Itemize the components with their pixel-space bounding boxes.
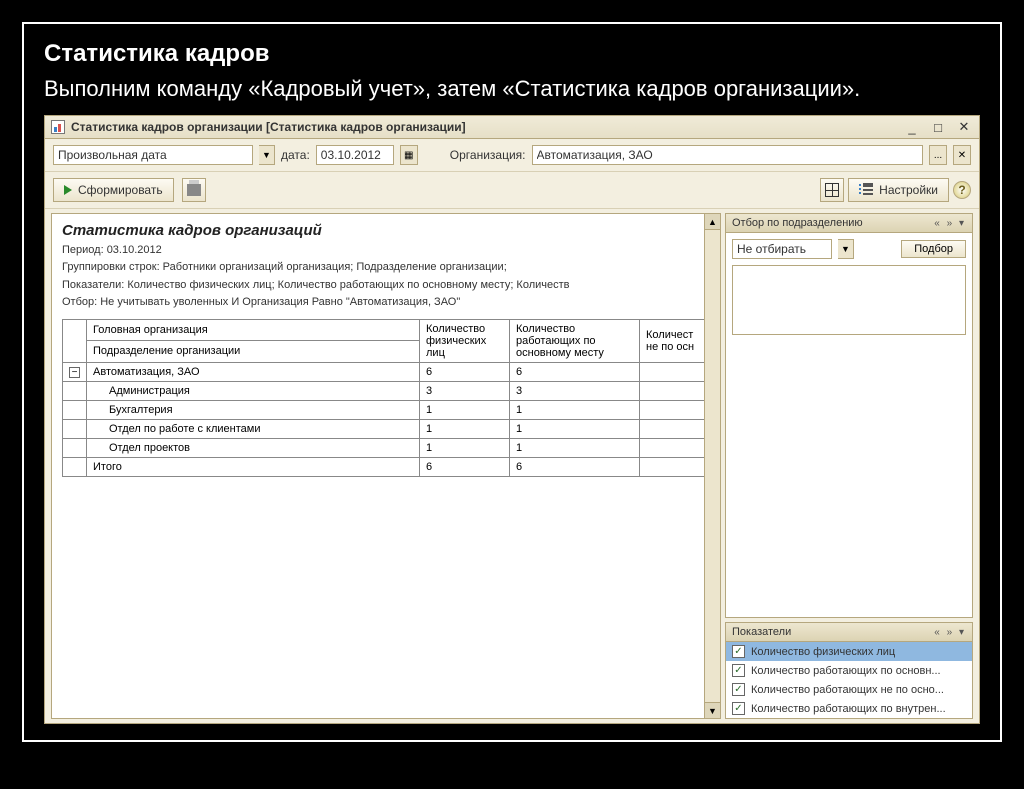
list-icon bbox=[859, 183, 873, 197]
scrollbar-vertical[interactable]: ▲ ▼ bbox=[704, 214, 720, 718]
printer-icon bbox=[187, 184, 201, 196]
org-input[interactable] bbox=[532, 145, 924, 165]
org-select-button[interactable]: ... bbox=[929, 145, 947, 165]
table-row[interactable]: − Автоматизация, ЗАО 6 6 bbox=[63, 362, 710, 382]
help-button[interactable]: ? bbox=[953, 181, 971, 199]
report-table: Головная организация Количество физическ… bbox=[62, 319, 710, 478]
table-total-row: Итого 6 6 bbox=[63, 458, 710, 477]
slide-frame: Статистика кадров Выполним команду «Кадр… bbox=[22, 22, 1002, 742]
grid-icon bbox=[825, 183, 839, 197]
report-filter: Отбор: Не учитывать уволенных И Организа… bbox=[62, 295, 710, 310]
filter-panel-header[interactable]: Отбор по подразделению « » ▾ bbox=[726, 214, 972, 233]
checkbox-icon[interactable]: ✓ bbox=[732, 683, 745, 696]
report-indicators: Показатели: Количество физических лиц; К… bbox=[62, 278, 710, 293]
report-groupings: Группировки строк: Работники организаций… bbox=[62, 260, 710, 275]
app-window: Статистика кадров организации [Статистик… bbox=[44, 115, 980, 724]
slide-subtitle: Выполним команду «Кадровый учет», затем … bbox=[44, 72, 980, 105]
play-icon bbox=[64, 185, 72, 195]
filter-mode-select[interactable] bbox=[732, 239, 832, 259]
col-count-individuals: Количество физических лиц bbox=[420, 319, 510, 362]
col-count-not-main: Количест не по осн bbox=[640, 319, 710, 362]
col-main-org: Головная организация bbox=[87, 319, 420, 341]
list-item[interactable]: ✓ Количество работающих по основн... bbox=[726, 661, 972, 680]
slide-title: Статистика кадров bbox=[44, 40, 980, 68]
generate-label: Сформировать bbox=[78, 183, 163, 197]
window-title: Статистика кадров организации [Статистик… bbox=[71, 120, 466, 134]
scroll-down-icon[interactable]: ▼ bbox=[705, 702, 720, 718]
report-period: Период: 03.10.2012 bbox=[62, 243, 710, 258]
indicators-header[interactable]: Показатели « » ▾ bbox=[726, 623, 972, 642]
main-area: Статистика кадров организаций Период: 03… bbox=[45, 209, 979, 723]
chevron-icons: « » ▾ bbox=[934, 218, 966, 229]
indicators-title: Показатели bbox=[732, 626, 791, 638]
org-label: Организация: bbox=[450, 148, 526, 162]
checkbox-icon[interactable]: ✓ bbox=[732, 645, 745, 658]
list-item[interactable]: ✓ Количество работающих не по осно... bbox=[726, 680, 972, 699]
print-button[interactable] bbox=[182, 178, 206, 202]
settings-label: Настройки bbox=[879, 183, 938, 197]
col-subdivision: Подразделение организации bbox=[87, 341, 420, 363]
date-picker-button[interactable]: ▦ bbox=[400, 145, 418, 165]
close-button[interactable]: ✕ bbox=[955, 120, 973, 134]
table-row[interactable]: Администрация 3 3 bbox=[63, 382, 710, 401]
table-row[interactable]: Отдел проектов 1 1 bbox=[63, 439, 710, 458]
filter-panel-title: Отбор по подразделению bbox=[732, 217, 863, 229]
collapse-icon[interactable]: − bbox=[69, 367, 80, 378]
date-label: дата: bbox=[281, 148, 310, 162]
table-row[interactable]: Отдел по работе с клиентами 1 1 bbox=[63, 420, 710, 439]
filter-row: ▼ дата: ▦ Организация: ... ✕ bbox=[45, 139, 979, 172]
period-type-dropdown[interactable]: ▼ bbox=[259, 145, 275, 165]
period-type-select[interactable] bbox=[53, 145, 253, 165]
indicators-list: ✓ Количество физических лиц ✓ Количество… bbox=[726, 642, 972, 718]
filter-listbox[interactable] bbox=[732, 265, 966, 335]
grid-view-button[interactable] bbox=[820, 178, 844, 202]
date-input[interactable] bbox=[316, 145, 394, 165]
generate-button[interactable]: Сформировать bbox=[53, 178, 174, 202]
minimize-button[interactable]: _ bbox=[903, 120, 921, 134]
report-panel: Статистика кадров организаций Период: 03… bbox=[51, 213, 721, 719]
side-panel: Отбор по подразделению « » ▾ ▼ Подбор bbox=[725, 213, 973, 719]
filter-mode-dropdown[interactable]: ▼ bbox=[838, 239, 854, 259]
toolbar: Сформировать Настройки ? bbox=[45, 172, 979, 209]
settings-button[interactable]: Настройки bbox=[848, 178, 949, 202]
org-clear-button[interactable]: ✕ bbox=[953, 145, 971, 165]
checkbox-icon[interactable]: ✓ bbox=[732, 664, 745, 677]
list-item[interactable]: ✓ Количество работающих по внутрен... bbox=[726, 699, 972, 718]
report-window-icon bbox=[51, 120, 65, 134]
checkbox-icon[interactable]: ✓ bbox=[732, 702, 745, 715]
report-title: Статистика кадров организаций bbox=[62, 222, 710, 239]
col-count-main-place: Количество работающих по основному месту bbox=[510, 319, 640, 362]
chevron-icons: « » ▾ bbox=[934, 627, 966, 638]
table-row[interactable]: Бухгалтерия 1 1 bbox=[63, 401, 710, 420]
titlebar: Статистика кадров организации [Статистик… bbox=[45, 116, 979, 139]
select-button[interactable]: Подбор bbox=[901, 240, 966, 258]
maximize-button[interactable]: □ bbox=[929, 120, 947, 134]
list-item[interactable]: ✓ Количество физических лиц bbox=[726, 642, 972, 661]
scroll-up-icon[interactable]: ▲ bbox=[705, 214, 720, 230]
